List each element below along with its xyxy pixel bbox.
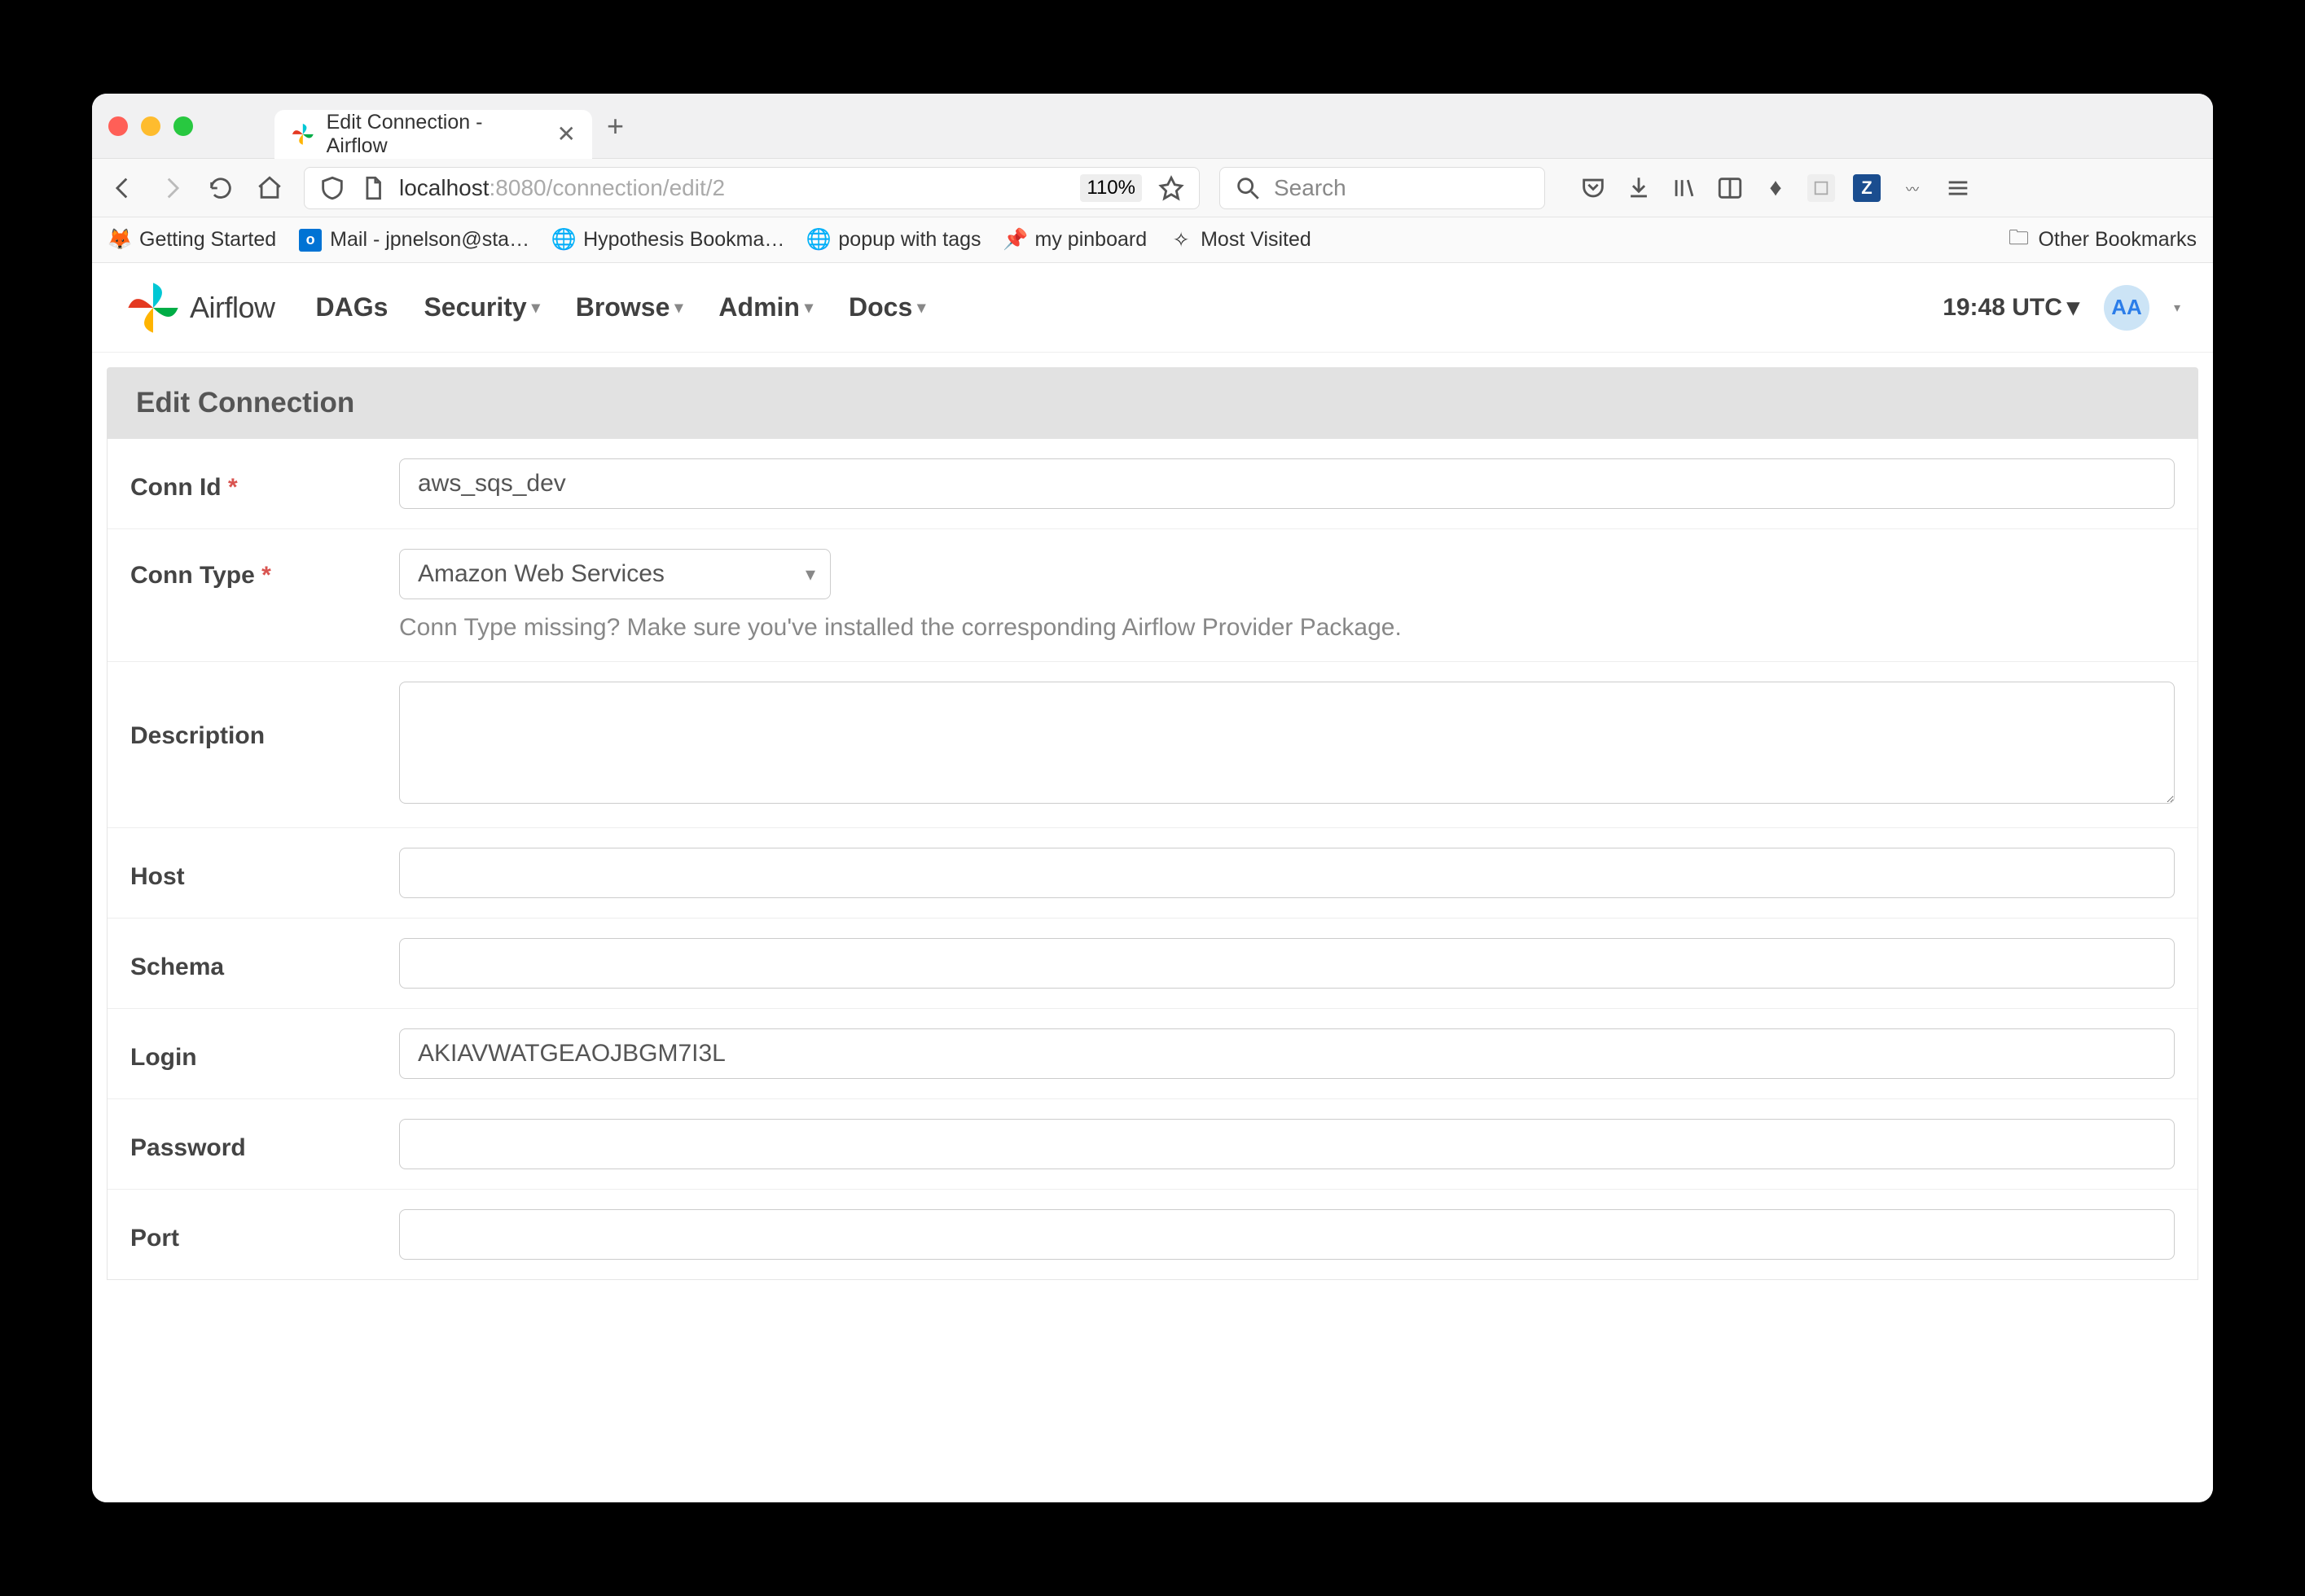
zoom-level[interactable]: 110% — [1080, 174, 1142, 202]
globe-icon: 🌐 — [807, 229, 830, 252]
library-icon[interactable] — [1671, 174, 1698, 202]
label-password: Password — [130, 1126, 399, 1162]
time-display[interactable]: 19:48 UTC▾ — [1943, 293, 2079, 322]
chevron-down-icon: ▾ — [2174, 300, 2180, 316]
select-conn-type[interactable]: Amazon Web Services — [399, 549, 831, 599]
forward-button[interactable] — [157, 173, 187, 203]
window-minimize-button[interactable] — [141, 116, 160, 136]
nav-links: DAGs Security▾ Browse▾ Admin▾ Docs▾ — [316, 292, 926, 322]
chevron-down-icon: ▾ — [532, 297, 540, 318]
row-conn-type: Conn Type * Amazon Web Services Conn Typ… — [108, 529, 2197, 662]
pinwheel-icon — [125, 279, 182, 336]
folder-icon: 🗀 — [2007, 229, 2030, 252]
shield-icon — [318, 173, 347, 203]
input-host[interactable] — [399, 848, 2175, 898]
other-bookmarks[interactable]: 🗀Other Bookmarks — [2007, 228, 2197, 252]
chevron-down-icon: ▾ — [674, 297, 683, 318]
chevron-down-icon: ▾ — [917, 297, 925, 318]
input-schema[interactable] — [399, 938, 2175, 989]
toolbar-right-icons: ♦ Z 〰 — [1579, 174, 1972, 202]
bookmark-item[interactable]: 🦊Getting Started — [108, 228, 276, 252]
bookmark-item[interactable]: 🌐popup with tags — [807, 228, 981, 252]
bookmark-star-icon[interactable] — [1157, 173, 1186, 203]
nav-dags[interactable]: DAGs — [316, 292, 389, 322]
browser-tab[interactable]: Edit Connection - Airflow ✕ — [274, 110, 592, 159]
outlook-icon: o — [299, 229, 322, 252]
browser-toolbar: localhost:8080/connection/edit/2 110% Se… — [92, 159, 2213, 217]
titlebar: Edit Connection - Airflow ✕ + — [92, 94, 2213, 159]
page-title: Edit Connection — [107, 367, 2198, 439]
avatar[interactable]: AA — [2104, 285, 2149, 331]
input-port[interactable] — [399, 1209, 2175, 1260]
row-login: Login — [108, 1009, 2197, 1099]
tab-close-icon[interactable]: ✕ — [557, 121, 576, 147]
back-button[interactable] — [108, 173, 138, 203]
row-description: Description — [108, 662, 2197, 828]
browser-window: Edit Connection - Airflow ✕ + localhost:… — [92, 94, 2213, 1502]
extension-icon-2[interactable] — [1807, 174, 1835, 202]
url-text: localhost:8080/connection/edit/2 — [399, 175, 725, 201]
label-conn-id: Conn Id * — [130, 466, 399, 502]
search-icon — [1233, 173, 1262, 203]
textarea-description[interactable] — [399, 682, 2175, 804]
firefox-icon: 🦊 — [108, 229, 131, 252]
bookmark-item[interactable]: oMail - jpnelson@sta… — [299, 228, 529, 252]
nav-docs[interactable]: Docs▾ — [849, 292, 925, 322]
nav-browse[interactable]: Browse▾ — [576, 292, 683, 322]
chevron-down-icon: ▾ — [805, 297, 813, 318]
extension-icon-3[interactable]: 〰 — [1899, 174, 1926, 202]
label-description: Description — [130, 682, 399, 750]
window-maximize-button[interactable] — [173, 116, 193, 136]
airflow-navbar: Airflow DAGs Security▾ Browse▾ Admin▾ Do… — [92, 263, 2213, 353]
nav-right: 19:48 UTC▾ AA ▾ — [1943, 285, 2180, 331]
search-placeholder: Search — [1274, 175, 1346, 201]
label-port: Port — [130, 1217, 399, 1252]
label-schema: Schema — [130, 945, 399, 981]
reload-button[interactable] — [206, 173, 235, 203]
window-close-button[interactable] — [108, 116, 128, 136]
bookmark-item[interactable]: ✧Most Visited — [1170, 228, 1311, 252]
label-login: Login — [130, 1036, 399, 1072]
menu-button[interactable] — [1944, 174, 1972, 202]
globe-icon: 🌐 — [552, 229, 575, 252]
chevron-down-icon: ▾ — [2067, 293, 2079, 322]
row-conn-id: Conn Id * — [108, 439, 2197, 529]
extension-icon-1[interactable]: ♦ — [1762, 174, 1789, 202]
download-icon[interactable] — [1625, 174, 1653, 202]
bookmark-item[interactable]: 🌐Hypothesis Bookma… — [552, 228, 784, 252]
bookmark-item[interactable]: 📌my pinboard — [1004, 228, 1148, 252]
row-password: Password — [108, 1099, 2197, 1190]
airflow-logo[interactable]: Airflow — [125, 279, 275, 336]
logo-text: Airflow — [190, 291, 275, 325]
nav-security[interactable]: Security▾ — [424, 292, 539, 322]
sidebar-icon[interactable] — [1716, 174, 1744, 202]
nav-admin[interactable]: Admin▾ — [718, 292, 813, 322]
extension-z-icon[interactable]: Z — [1853, 174, 1881, 202]
row-schema: Schema — [108, 919, 2197, 1009]
page-body: Edit Connection Conn Id * Conn Type * Am… — [92, 353, 2213, 1295]
label-conn-type: Conn Type * — [130, 549, 399, 590]
tab-title: Edit Connection - Airflow — [327, 111, 546, 158]
label-host: Host — [130, 855, 399, 891]
bookmarks-bar: 🦊Getting Started oMail - jpnelson@sta… 🌐… — [92, 217, 2213, 263]
input-conn-id[interactable] — [399, 458, 2175, 509]
row-port: Port — [108, 1190, 2197, 1279]
row-host: Host — [108, 828, 2197, 919]
pinwheel-icon — [291, 122, 315, 147]
page-content: Airflow DAGs Security▾ Browse▾ Admin▾ Do… — [92, 263, 2213, 1502]
input-password[interactable] — [399, 1119, 2175, 1169]
form-panel: Conn Id * Conn Type * Amazon Web Service… — [107, 439, 2198, 1280]
new-tab-button[interactable]: + — [607, 109, 624, 143]
page-icon — [358, 173, 388, 203]
star-icon: ✧ — [1170, 229, 1192, 252]
search-bar[interactable]: Search — [1219, 167, 1545, 209]
url-bar[interactable]: localhost:8080/connection/edit/2 110% — [304, 167, 1200, 209]
traffic-lights — [108, 116, 193, 136]
input-login[interactable] — [399, 1028, 2175, 1079]
home-button[interactable] — [255, 173, 284, 203]
pocket-icon[interactable] — [1579, 174, 1607, 202]
pin-icon: 📌 — [1004, 229, 1027, 252]
conn-type-help: Conn Type missing? Make sure you've inst… — [399, 614, 2175, 642]
